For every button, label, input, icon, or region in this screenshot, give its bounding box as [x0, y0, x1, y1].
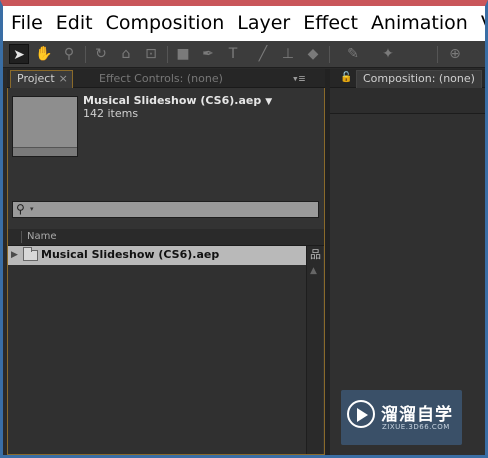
brush-tool-icon[interactable]: ╱: [253, 44, 273, 64]
selection-tool-icon[interactable]: ➤: [9, 44, 29, 64]
menu-bar: File Edit Composition Layer Effect Anima…: [3, 6, 485, 41]
table-row[interactable]: ▶ Musical Slideshow (CS6).aep: [8, 246, 306, 265]
clone-stamp-tool-icon[interactable]: ⊥: [278, 44, 298, 64]
menu-animation[interactable]: Animation: [363, 6, 473, 41]
toolbar-divider: [437, 46, 438, 63]
watermark-title: 溜溜自学: [381, 405, 453, 425]
tab-project-label: Project: [17, 72, 55, 85]
menu-layer[interactable]: Layer: [229, 6, 295, 41]
pan-behind-tool-icon[interactable]: ⊡: [141, 44, 161, 64]
folder-icon: [23, 247, 38, 261]
project-name: Musical Slideshow (CS6).aep: [83, 94, 262, 107]
item-count: 142 items: [83, 107, 139, 120]
tools-toolbar: ➤ ✋ ⚲ ↻ ⌂ ⊡ ■ ✒ T ╱ ⊥ ◆ ✎ ✦ ⊕: [3, 41, 485, 68]
menu-view[interactable]: View: [473, 6, 485, 41]
composition-panel-tabbar: 🔓 Composition: (none): [330, 69, 485, 88]
project-panel-body: Musical Slideshow (CS6).aep ▼ 142 items ⚲…: [7, 88, 325, 455]
rectangle-tool-icon[interactable]: ■: [173, 44, 193, 64]
play-logo-icon: [347, 400, 375, 428]
menu-file[interactable]: File: [3, 6, 48, 41]
vertical-scrollbar[interactable]: 品 ▲: [306, 246, 323, 454]
type-tool-icon[interactable]: T: [223, 44, 243, 64]
column-name-header[interactable]: Name: [27, 231, 57, 242]
toolbar-divider: [329, 46, 330, 63]
search-options-icon[interactable]: ▾: [30, 202, 34, 217]
local-axis-icon[interactable]: ⊕: [445, 44, 465, 64]
composition-header-strip: [330, 88, 485, 114]
puppet-pin-tool-icon[interactable]: ✦: [378, 44, 398, 64]
pen-tool-icon[interactable]: ✒: [198, 44, 218, 64]
panel-menu-icon[interactable]: ▾≡: [292, 71, 305, 87]
camera-tool-icon[interactable]: ⌂: [116, 44, 136, 64]
zoom-tool-icon[interactable]: ⚲: [59, 44, 79, 64]
menu-composition[interactable]: Composition: [98, 6, 230, 41]
column-header[interactable]: Name: [8, 229, 324, 246]
play-icon: [357, 408, 368, 422]
row-label: Musical Slideshow (CS6).aep: [41, 248, 220, 261]
watermark-logo: 溜溜自学 ZIXUE.3D66.COM: [341, 390, 462, 445]
tab-effect-controls[interactable]: Effect Controls: (none): [99, 71, 223, 87]
toolbar-divider: [85, 46, 86, 63]
project-panel-tabbar: Project × Effect Controls: (none) ▾≡: [7, 69, 325, 88]
project-panel: Project × Effect Controls: (none) ▾≡ Musi…: [7, 69, 325, 455]
project-thumbnail: [12, 96, 78, 157]
tab-composition[interactable]: Composition: (none): [356, 70, 482, 88]
menu-effect[interactable]: Effect: [295, 6, 363, 41]
tab-project[interactable]: Project ×: [10, 70, 73, 88]
thumbnail-strip: [13, 147, 77, 156]
watermark-url: ZIXUE.3D66.COM: [382, 423, 450, 431]
roto-brush-tool-icon[interactable]: ✎: [343, 44, 363, 64]
menu-edit[interactable]: Edit: [48, 6, 98, 41]
close-icon[interactable]: ×: [59, 72, 68, 85]
eraser-tool-icon[interactable]: ◆: [303, 44, 323, 64]
search-icon: ⚲: [16, 202, 25, 216]
search-input[interactable]: ⚲ ▾: [12, 201, 319, 218]
project-name-dropdown[interactable]: Musical Slideshow (CS6).aep ▼: [83, 94, 272, 107]
scroll-up-icon[interactable]: ▲: [310, 266, 317, 276]
hand-tool-icon[interactable]: ✋: [34, 44, 54, 64]
chevron-down-icon[interactable]: ▼: [265, 97, 272, 107]
project-item-list: ▶ Musical Slideshow (CS6).aep: [8, 246, 306, 454]
lock-icon[interactable]: 🔓: [340, 72, 352, 84]
rotate-tool-icon[interactable]: ↻: [91, 44, 111, 64]
expand-arrow-icon[interactable]: ▶: [11, 248, 18, 263]
toolbar-divider: [167, 46, 168, 63]
column-divider: [21, 231, 22, 243]
flowchart-icon[interactable]: 品: [309, 248, 322, 261]
